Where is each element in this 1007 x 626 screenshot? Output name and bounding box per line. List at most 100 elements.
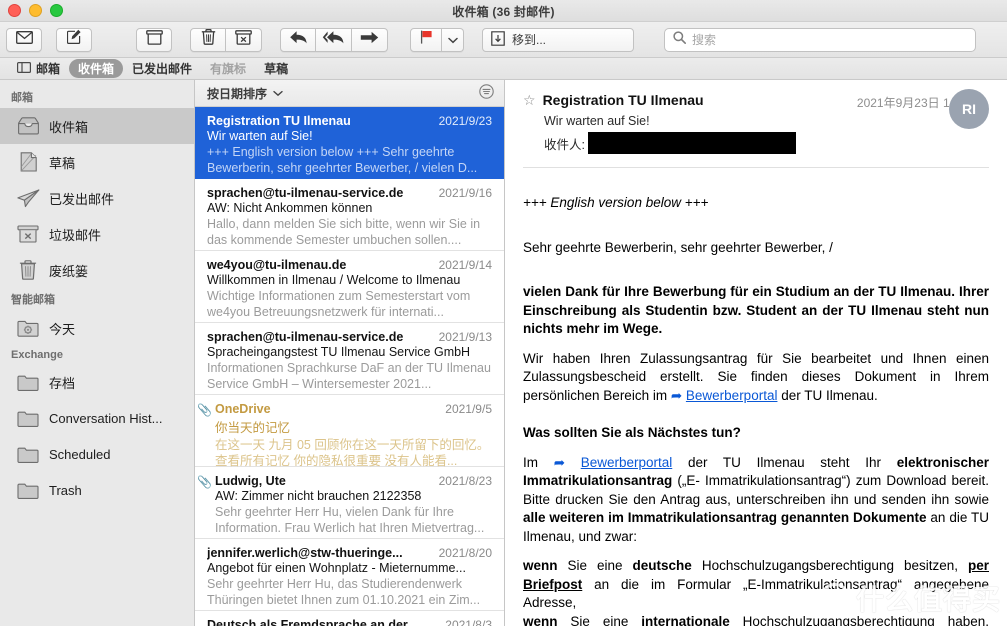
move-to-label: 移到... (512, 33, 547, 47)
favorites-item-sent[interactable]: 已发出邮件 (123, 59, 201, 78)
flag-icon (420, 30, 433, 49)
delete-junk-group (190, 27, 262, 52)
message-date: 2021/9/23 (438, 114, 492, 128)
forward-button[interactable] (352, 27, 388, 52)
flag-control (410, 27, 464, 52)
recipient-row: 收件人: (544, 132, 989, 154)
folder-icon (16, 479, 40, 501)
body-paragraph-2: Wir haben Ihren Zulassungsantrag für Sie… (523, 350, 989, 406)
sidebar-item-label: 存档 (49, 375, 76, 391)
sidebar-item-archive[interactable]: 存档 (0, 364, 194, 400)
message-header: ☆ Registration TU Ilmenau 2021年9月23日 14:… (505, 80, 1007, 154)
sort-by-button[interactable]: 按日期排序 (207, 85, 283, 102)
archive-box-icon (145, 29, 163, 50)
message-list-item[interactable]: jennifer.werlich@stw-thueringe... 2021/8… (195, 539, 504, 611)
attachment-paperclip-icon: 📎 (197, 475, 212, 489)
archive-button[interactable] (136, 27, 172, 52)
sidebar-item-label: 废纸篓 (49, 263, 89, 279)
body-heading-2: Was sollten Sie als Nächstes tun? (523, 425, 741, 440)
compose-button[interactable] (56, 27, 92, 52)
message-preview: Informationen Sprachkurse DaF an der TU … (207, 361, 491, 391)
message-list-item[interactable]: 📎 Ludwig, Ute 2021/8/23 AW: Zimmer nicht… (195, 467, 504, 539)
inbox-icon (16, 115, 40, 137)
message-preview: 在这一天 九月 05 回顾你在这一天所留下的回忆。 查看所有记忆 你的隐私很重要… (215, 438, 490, 468)
flag-menu-button[interactable] (442, 27, 464, 52)
sidebar-item-conversation-history[interactable]: Conversation Hist... (0, 400, 194, 436)
bullet-1-bold-2: deutsche (632, 558, 692, 573)
filter-icon[interactable] (479, 84, 494, 102)
sidebar-item-trash-exchange[interactable]: Trash (0, 472, 194, 508)
recipient-redacted-value (587, 132, 796, 154)
avatar: RI (949, 89, 989, 129)
junk-button[interactable] (226, 27, 262, 52)
bullet-2-bold-2: internationale (641, 613, 730, 626)
message-list-item[interactable]: Deutsch als Fremdsprache an der... 2021/… (195, 611, 504, 626)
sidebar-item-sent[interactable]: 已发出邮件 (0, 180, 194, 216)
favorites-item-inbox[interactable]: 收件箱 (69, 59, 124, 78)
sidebar-item-today[interactable]: 今天 (0, 310, 194, 346)
sidebar-item-junk[interactable]: 垃圾邮件 (0, 216, 194, 252)
sidebar-item-drafts[interactable]: 草稿 (0, 144, 194, 180)
bullet-2-text-1: Sie eine (557, 613, 642, 626)
sent-paperplane-icon (16, 187, 40, 209)
main-content: 邮箱 收件箱 草稿 已发出邮件 垃圾邮件 废纸篓 智能邮箱 今天 Exchang… (0, 80, 1007, 626)
search-field[interactable]: 搜索 (664, 27, 976, 52)
message-preview: +++ English version below +++ Sehr geehr… (207, 145, 478, 175)
smart-folder-icon (16, 317, 40, 339)
envelope-icon (15, 30, 33, 49)
sidebar-item-inbox[interactable]: 收件箱 (0, 108, 194, 144)
trash-icon (201, 29, 216, 50)
message-list[interactable]: 按日期排序 Registration TU Ilmenau 2021/9/23 … (195, 80, 505, 626)
bullet-2-text-2: Hochschulzugangsberechtigung haben, (729, 613, 989, 626)
move-to-icon (491, 30, 505, 49)
body-bullet-1: wenn Sie eine deutsche Hochschulzugangsb… (523, 557, 989, 613)
bewerberportal-link[interactable]: Bewerberportal (581, 455, 673, 470)
reply-all-button[interactable] (316, 27, 352, 52)
body-paragraph-2-text-b: der TU Ilmenau. (777, 387, 878, 403)
message-date: 2021/8/23 (438, 474, 492, 488)
bullet-1-text-2: Hochschulzugangsberechtigung besitzen, (691, 558, 968, 573)
message-sender: jennifer.werlich@stw-thueringe... (207, 546, 403, 560)
message-list-item[interactable]: sprachen@tu-ilmenau-service.de 2021/9/16… (195, 179, 504, 251)
sidebar-item-label: Scheduled (49, 446, 111, 462)
favorites-item-label: 有旗标 (210, 62, 247, 76)
message-list-item[interactable]: sprachen@tu-ilmenau-service.de 2021/9/13… (195, 323, 504, 395)
sidebar-item-scheduled[interactable]: Scheduled (0, 436, 194, 472)
message-subject: Spracheingangstest TU Ilmenau Service Gm… (207, 345, 471, 359)
sort-by-label: 按日期排序 (207, 86, 268, 101)
message-preview: Sehr geehrter Herr Hu, das Studierendenw… (207, 577, 481, 607)
sidebar-item-trash[interactable]: 废纸篓 (0, 252, 194, 288)
get-mail-button[interactable] (6, 27, 42, 52)
favorites-item-drafts[interactable]: 草稿 (255, 59, 297, 78)
move-to-button[interactable]: 移到... (482, 27, 634, 52)
favorites-mailboxes-toggle[interactable]: 邮箱 (8, 59, 69, 78)
message-subject: Wir warten auf Sie! (207, 129, 313, 143)
message-sender: sprachen@tu-ilmenau-service.de (207, 186, 404, 200)
flag-button[interactable] (410, 27, 442, 52)
message-preview: Sehr geehrter Herr Hu, vielen Dank für I… (215, 505, 485, 535)
mail-app-window: 收件箱 (36 封邮件) 移到... 搜索 邮箱 收件箱 已发出邮件 有旗标 草… (0, 0, 1007, 626)
reply-group (280, 27, 388, 52)
bullet-2-bold-1: wenn (523, 613, 558, 626)
delete-button[interactable] (190, 27, 226, 52)
bewerberportal-link[interactable]: Bewerberportal (686, 388, 778, 403)
message-date: 2021/9/14 (438, 258, 492, 272)
favorites-item-flagged[interactable]: 有旗标 (201, 59, 255, 78)
message-list-item[interactable]: 📎 OneDrive 2021/9/5 你当天的记忆 在这一天 九月 05 回顾… (195, 395, 504, 468)
reply-button[interactable] (280, 27, 316, 52)
favorites-bar: 邮箱 收件箱 已发出邮件 有旗标 草稿 (0, 58, 1007, 80)
link-arrow-icon: ➦ (670, 387, 683, 403)
body-paragraph-3-text-a: Im (523, 454, 554, 470)
mailbox-sidebar[interactable]: 邮箱 收件箱 草稿 已发出邮件 垃圾邮件 废纸篓 智能邮箱 今天 Exchang… (0, 80, 195, 626)
sidebar-item-label: Conversation Hist... (49, 410, 163, 426)
sidebar-item-label: 垃圾邮件 (49, 227, 102, 243)
message-list-item[interactable]: Registration TU Ilmenau 2021/9/23 Wir wa… (195, 107, 504, 179)
star-outline-icon[interactable]: ☆ (523, 92, 536, 109)
body-paragraph-3-text-b: der TU Ilmenau steht Ihr (672, 454, 897, 470)
body-paragraph-3: Im ➦ Bewerberportal der TU Ilmenau steht… (523, 454, 989, 547)
message-list-item[interactable]: we4you@tu-ilmenau.de 2021/9/14 Willkomme… (195, 251, 504, 323)
sidebar-section-header-mailboxes: 邮箱 (11, 92, 33, 104)
reading-pane: ☆ Registration TU Ilmenau 2021年9月23日 14:… (505, 80, 1007, 626)
body-bullet-2: wenn Sie eine internationale Hochschulzu… (523, 613, 989, 626)
trash-icon (16, 259, 40, 281)
